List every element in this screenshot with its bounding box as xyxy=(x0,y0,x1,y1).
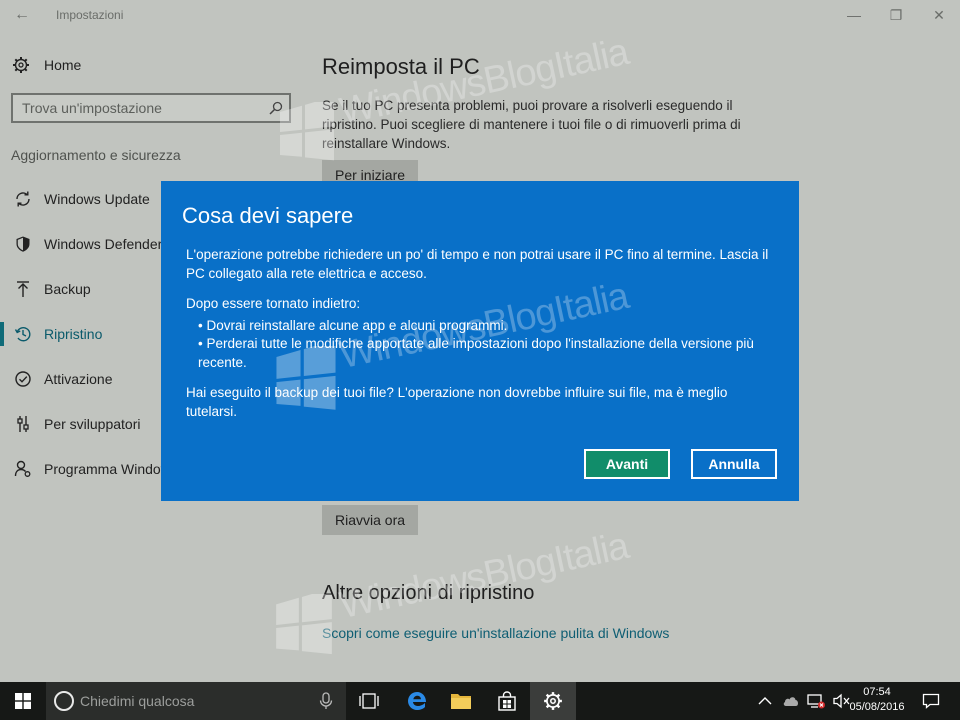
sidebar-item-label: Attivazione xyxy=(44,371,113,387)
upload-arrow-icon xyxy=(17,281,29,297)
system-tray xyxy=(758,682,852,720)
title-bar: ← Impostazioni — ❐ ✕ xyxy=(0,0,960,30)
edge-icon xyxy=(408,692,426,710)
search-icon[interactable] xyxy=(269,101,283,115)
dialog-paragraph-1: L'operazione potrebbe richiedere un po' … xyxy=(186,247,769,281)
windows-logo-icon xyxy=(15,693,31,709)
task-view-button[interactable] xyxy=(346,682,392,720)
reset-pc-description: Se il tuo PC presenta problemi, puoi pro… xyxy=(322,98,741,151)
sidebar-item-label: Windows Defender xyxy=(44,236,163,252)
dialog-after-intro: Dopo essere tornato indietro: xyxy=(186,296,361,311)
history-icon xyxy=(14,327,31,342)
active-indicator xyxy=(0,322,4,346)
cortana-icon xyxy=(54,691,74,711)
settings-search-input[interactable] xyxy=(13,95,253,121)
task-view-icon xyxy=(359,693,379,709)
sidebar-item-label: Ripristino xyxy=(44,326,103,342)
reset-pc-title: Reimposta il PC xyxy=(322,54,480,79)
system-clock[interactable]: 07:54 05/08/2016 xyxy=(848,685,906,715)
what-you-need-to-know-dialog: Cosa devi sapere L'operazione potrebbe r… xyxy=(161,181,799,501)
more-options-title: Altre opzioni di ripristino xyxy=(322,582,535,604)
cancel-button[interactable]: Annulla xyxy=(691,449,777,479)
folder-icon xyxy=(451,694,471,709)
cortana-search-placeholder: Chiedimi qualcosa xyxy=(80,693,195,709)
clock-date: 05/08/2016 xyxy=(849,701,905,713)
check-circle-icon xyxy=(15,371,31,387)
network-warning-icon[interactable] xyxy=(806,693,826,709)
clean-install-link[interactable]: Scopri come eseguire un'installazione pu… xyxy=(322,625,669,641)
window-title: Impostazioni xyxy=(56,8,124,22)
gear-icon xyxy=(13,57,29,73)
notification-icon xyxy=(922,693,940,709)
dialog-title: Cosa devi sapere xyxy=(182,203,354,228)
edge-browser-button[interactable] xyxy=(394,682,440,720)
sync-icon xyxy=(16,191,30,207)
settings-search-box[interactable] xyxy=(11,93,291,123)
start-button[interactable] xyxy=(0,682,46,720)
minimize-icon[interactable]: — xyxy=(840,4,868,26)
close-icon[interactable]: ✕ xyxy=(925,4,953,26)
dialog-bullet-1: • Dovrai reinstallare alcune app e alcun… xyxy=(198,318,508,333)
restart-now-button[interactable]: Riavvia ora xyxy=(322,505,419,535)
shield-icon xyxy=(16,236,30,252)
chevron-up-icon[interactable] xyxy=(758,696,772,706)
back-arrow-icon[interactable]: ← xyxy=(12,6,32,24)
sidebar-item-label: Windows Update xyxy=(44,191,150,207)
next-button[interactable]: Avanti xyxy=(584,449,670,479)
gear-icon xyxy=(544,692,562,710)
action-center-button[interactable] xyxy=(916,682,946,720)
taskbar: Chiedimi qualcosa 07:54 05/08/2016 xyxy=(0,682,960,720)
store-bag-icon xyxy=(498,691,516,711)
settings-taskbar-button[interactable] xyxy=(530,682,576,720)
cortana-search-box[interactable]: Chiedimi qualcosa xyxy=(46,682,346,720)
person-icon xyxy=(14,460,31,477)
sidebar-home[interactable]: Home xyxy=(12,54,81,76)
microphone-icon[interactable] xyxy=(318,692,334,710)
home-label: Home xyxy=(44,57,82,73)
file-explorer-button[interactable] xyxy=(438,682,484,720)
dialog-bullet-2: • Perderai tutte le modifiche apportate … xyxy=(198,336,754,370)
sidebar-item-label: Per sviluppatori xyxy=(44,416,141,432)
sidebar-item-label: Backup xyxy=(44,281,91,297)
cloud-icon[interactable] xyxy=(782,695,800,707)
store-button[interactable] xyxy=(484,682,530,720)
section-label: Aggiornamento e sicurezza xyxy=(11,147,181,163)
clock-time: 07:54 xyxy=(863,686,891,698)
maximize-icon[interactable]: ❐ xyxy=(882,4,910,26)
sliders-icon xyxy=(17,416,29,432)
dialog-paragraph-3: Hai eseguito il backup dei tuoi file? L'… xyxy=(186,385,728,419)
